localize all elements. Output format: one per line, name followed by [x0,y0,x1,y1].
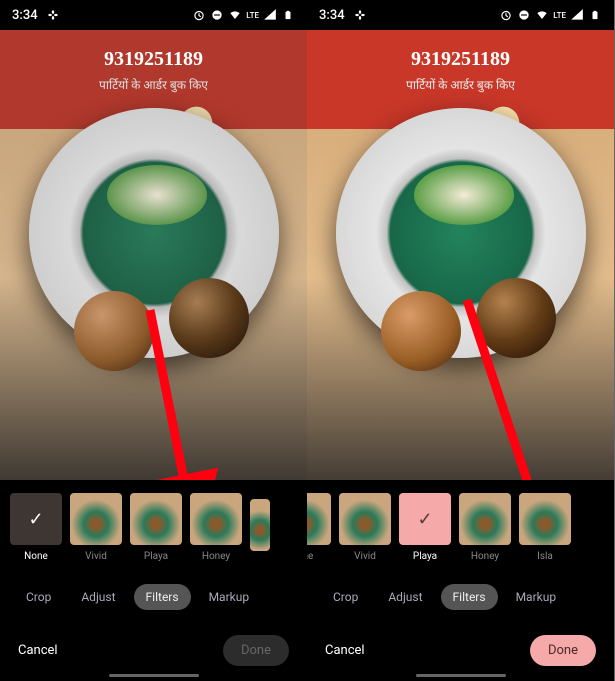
status-bar: 3:34 LTE [307,0,614,30]
dnd-icon [517,8,531,22]
status-time: 3:34 [12,8,38,23]
cancel-button[interactable]: Cancel [325,643,365,658]
sign-subtext: पार्टियों के आर्डर बुक किए [307,76,614,93]
network-label: LTE [553,11,566,20]
filter-label: Isla [537,551,553,562]
filter-honey[interactable]: Honey [190,493,242,562]
image-preview[interactable]: 9319251189 पार्टियों के आर्डर बुक किए [0,30,307,480]
slack-icon [353,8,367,22]
image-preview[interactable]: 9319251189 पार्टियों के आर्डर बुक किए [307,30,614,480]
battery-icon [588,8,602,22]
done-button[interactable]: Done [530,635,596,666]
bottom-actions: Cancel Done [307,619,614,681]
battery-icon [281,8,295,22]
tab-filters[interactable]: Filters [134,584,191,610]
status-time: 3:34 [319,8,345,23]
sign-subtext: पार्टियों के आर्डर बुक किए [0,76,307,93]
signal-icon [263,8,277,22]
wifi-icon [228,8,242,22]
alarm-icon [499,8,513,22]
check-icon: ✓ [417,509,432,530]
filter-none[interactable]: ✓ None [10,493,62,562]
filter-label: Playa [144,551,168,562]
filter-label: one [307,551,313,562]
filter-label: Honey [202,551,230,562]
nav-handle[interactable] [109,674,199,677]
tab-crop[interactable]: Crop [14,584,63,610]
filters-strip[interactable]: ✓ None Vivid Playa Honey [0,480,307,575]
tab-adjust[interactable]: Adjust [69,584,127,610]
alarm-icon [192,8,206,22]
filter-none[interactable]: one [307,493,331,562]
status-bar: 3:34 LTE [0,0,307,30]
tab-crop[interactable]: Crop [321,584,370,610]
phone-screen-left: 3:34 LTE 9319251189 पार्टियों के आर्डर ब… [0,0,307,681]
filter-vivid[interactable]: Vivid [70,493,122,562]
check-icon: ✓ [28,509,43,530]
network-label: LTE [246,11,259,20]
filter-label: Honey [471,551,499,562]
filter-playa[interactable]: ✓ Playa [399,493,451,562]
filters-strip[interactable]: one Vivid ✓ Playa Honey Isla [307,480,614,575]
sign-phone: 9319251189 [0,48,307,71]
bottom-actions: Cancel Done [0,619,307,681]
phone-screen-right: 3:34 LTE 9319251189 पार्टियों के आर्डर ब… [307,0,614,681]
filter-label: Playa [413,551,437,562]
filter-honey[interactable]: Honey [459,493,511,562]
filter-label: None [24,551,48,562]
filter-vivid[interactable]: Vivid [339,493,391,562]
sign-phone: 9319251189 [307,48,614,71]
signal-icon [570,8,584,22]
filter-partial[interactable] [250,499,270,557]
tab-markup[interactable]: Markup [504,584,569,610]
wifi-icon [535,8,549,22]
filter-isla[interactable]: Isla [519,493,571,562]
tab-adjust[interactable]: Adjust [376,584,434,610]
slack-icon [46,8,60,22]
tab-markup[interactable]: Markup [197,584,262,610]
filter-playa[interactable]: Playa [130,493,182,562]
tab-filters[interactable]: Filters [441,584,498,610]
filter-label: Vivid [354,551,376,562]
cancel-button[interactable]: Cancel [18,643,58,658]
filter-label: Vivid [85,551,107,562]
tool-tabs: Crop Adjust Filters Markup [307,575,614,619]
tool-tabs: Crop Adjust Filters Markup [0,575,307,619]
nav-handle[interactable] [416,674,506,677]
done-button: Done [223,635,289,666]
dnd-icon [210,8,224,22]
